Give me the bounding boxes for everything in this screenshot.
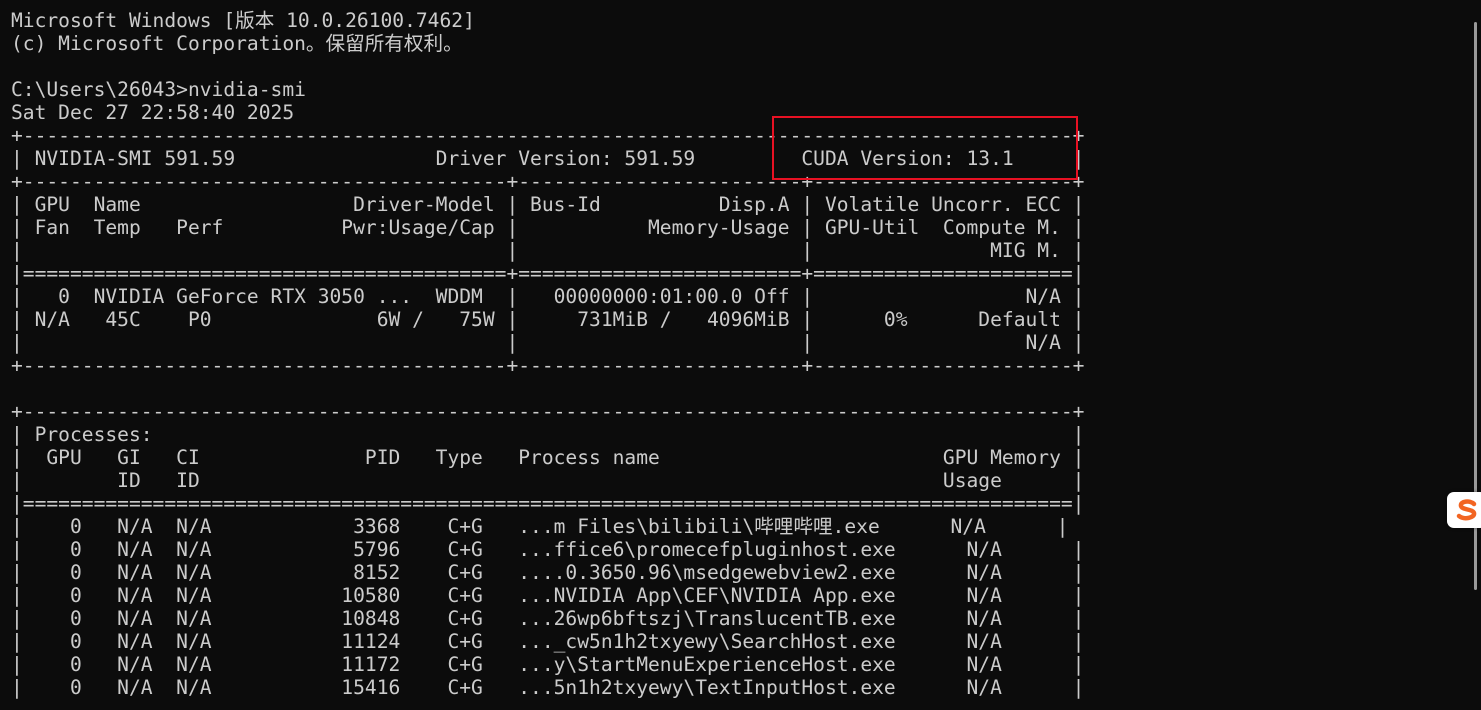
sogou-ime-icon xyxy=(1456,499,1477,521)
process-row: | 0 N/A N/A 10848 C+G ...26wp6bftszj\Tra… xyxy=(11,607,1085,630)
ime-indicator-button[interactable] xyxy=(1447,492,1481,528)
table-separator: |=======================================… xyxy=(11,262,1085,285)
gpu-row: | | | N/A | xyxy=(11,331,1085,354)
process-row: | 0 N/A N/A 10580 C+G ...NVIDIA App\CEF\… xyxy=(11,584,1085,607)
table-border: +---------------------------------------… xyxy=(11,400,1085,423)
processes-header-row: | GPU GI CI PID Type Process name GPU Me… xyxy=(11,446,1085,469)
terminal-line: (c) Microsoft Corporation。保留所有权利。 xyxy=(11,32,463,55)
terminal-prompt-line: C:\Users\26043>nvidia-smi xyxy=(11,78,306,101)
gpu-header-row: | GPU Name Driver-Model | Bus-Id Disp.A … xyxy=(11,193,1085,216)
process-row: | 0 N/A N/A 5796 C+G ...ffice6\promecefp… xyxy=(11,538,1085,561)
gpu-row: | N/A 45C P0 6W / 75W | 731MiB / 4096MiB… xyxy=(11,308,1085,331)
table-border: +---------------------------------------… xyxy=(11,124,1085,147)
process-row: | 0 N/A N/A 11172 C+G ...y\StartMenuExpe… xyxy=(11,653,1085,676)
process-row: | 0 N/A N/A 8152 C+G ....0.3650.96\msedg… xyxy=(11,561,1085,584)
process-row: | 0 N/A N/A 15416 C+G ...5n1h2txyewy\Tex… xyxy=(11,676,1085,699)
terminal-output: Microsoft Windows [版本 10.0.26100.7462] (c… xyxy=(11,9,1084,699)
gpu-header-row: | | | MIG M. | xyxy=(11,239,1085,262)
processes-header-row: | ID ID Usage | xyxy=(11,469,1085,492)
table-border: +---------------------------------------… xyxy=(11,170,1085,193)
gpu-row: | 0 NVIDIA GeForce RTX 3050 ... WDDM | 0… xyxy=(11,285,1085,308)
process-row: | 0 N/A N/A 11124 C+G ..._cw5n1h2txyewy\… xyxy=(11,630,1085,653)
vertical-scrollbar[interactable] xyxy=(1470,0,1481,710)
gpu-header-row: | Fan Temp Perf Pwr:Usage/Cap | Memory-U… xyxy=(11,216,1085,239)
terminal-window[interactable]: Microsoft Windows [版本 10.0.26100.7462] (c… xyxy=(0,0,1470,710)
processes-title-row: | Processes: | xyxy=(11,423,1085,446)
terminal-line: Sat Dec 27 22:58:40 2025 xyxy=(11,101,295,124)
process-row: | 0 N/A N/A 3368 C+G ...m Files\bilibili… xyxy=(11,515,1069,538)
version-line: | NVIDIA-SMI 591.59 Driver Version: 591.… xyxy=(11,147,1085,170)
terminal-line: Microsoft Windows [版本 10.0.26100.7462] xyxy=(11,9,475,32)
table-border: +---------------------------------------… xyxy=(11,354,1085,377)
table-separator: |=======================================… xyxy=(11,492,1085,515)
